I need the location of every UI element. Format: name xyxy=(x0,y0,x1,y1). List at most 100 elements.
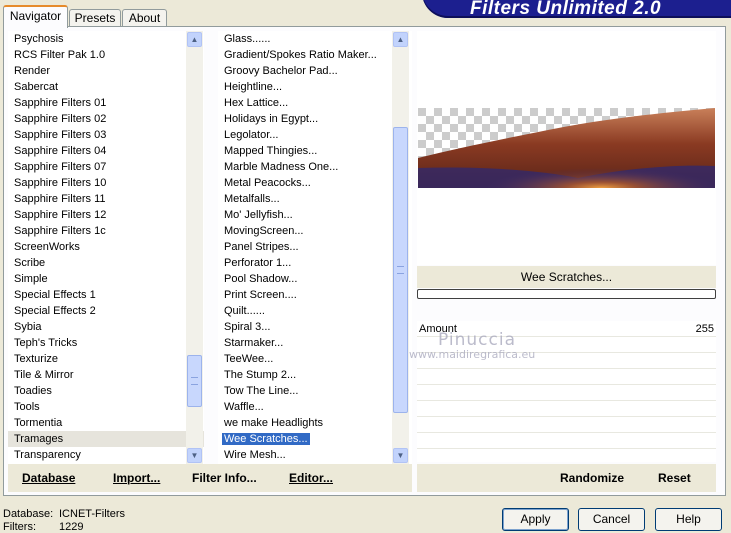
list-item-label: Print Screen.... xyxy=(224,289,297,301)
list-item[interactable]: RCS Filter Pak 1.0 xyxy=(8,47,204,63)
tab-presets[interactable]: Presets xyxy=(69,9,121,27)
list-item[interactable]: Render xyxy=(8,63,204,79)
list-item[interactable]: Sapphire Filters 1c xyxy=(8,223,204,239)
list-item-label: Sapphire Filters 12 xyxy=(14,209,107,221)
list-item[interactable]: Tormentia xyxy=(8,415,204,431)
list-item[interactable]: Sapphire Filters 01 xyxy=(8,95,204,111)
list-item-label: Texturize xyxy=(14,353,59,365)
list-item[interactable]: Sapphire Filters 02 xyxy=(8,111,204,127)
list-item[interactable]: Mo' Jellyfish... xyxy=(218,207,412,223)
list-item[interactable]: Sybia xyxy=(8,319,204,335)
list-item[interactable]: Special Effects 2 xyxy=(8,303,204,319)
list-item-label: Glass...... xyxy=(224,33,271,45)
list-item[interactable]: Hex Lattice... xyxy=(218,95,412,111)
list-item-label: Mo' Jellyfish... xyxy=(224,209,293,221)
filter-info-button[interactable]: Filter Info... xyxy=(192,471,257,485)
randomize-button[interactable]: Randomize xyxy=(560,471,624,485)
list-item[interactable]: Gradient/Spokes Ratio Maker... xyxy=(218,47,412,63)
list-item[interactable]: The Stump 2... xyxy=(218,367,412,383)
list-item-label: Toadies xyxy=(14,385,52,397)
database-button[interactable]: Database xyxy=(22,471,75,485)
list-item[interactable]: Tramages xyxy=(8,431,204,447)
list-item[interactable]: Psychosis xyxy=(8,31,204,47)
list-item[interactable]: Starmaker... xyxy=(218,335,412,351)
list-item[interactable]: Legolator... xyxy=(218,127,412,143)
reset-button[interactable]: Reset xyxy=(658,471,691,485)
list-item[interactable]: Texturize xyxy=(8,351,204,367)
list-item[interactable]: Glass...... xyxy=(218,31,412,47)
scroll-up-icon[interactable]: ▲ xyxy=(393,32,408,47)
scroll-down-icon[interactable]: ▼ xyxy=(393,448,408,463)
list-item[interactable]: Mapped Thingies... xyxy=(218,143,412,159)
list-item[interactable]: Perforator 1... xyxy=(218,255,412,271)
list-item[interactable]: Sapphire Filters 04 xyxy=(8,143,204,159)
list-item-label: Tow The Line... xyxy=(224,385,299,397)
list-item-label: Heightline... xyxy=(224,81,283,93)
list-item-label: Spiral 3... xyxy=(224,321,271,333)
tab-navigator[interactable]: Navigator xyxy=(3,5,68,28)
list-item[interactable]: Quilt...... xyxy=(218,303,412,319)
list-item[interactable]: Print Screen.... xyxy=(218,287,412,303)
filter-list[interactable]: Glass...... Gradient/Spokes Ratio Maker..… xyxy=(218,31,412,464)
list-item[interactable]: Scribe xyxy=(8,255,204,271)
list-item[interactable]: Sapphire Filters 12 xyxy=(8,207,204,223)
list-item[interactable]: Teph's Tricks xyxy=(8,335,204,351)
list-item[interactable]: ScreenWorks xyxy=(8,239,204,255)
list-item[interactable]: Special Effects 1 xyxy=(8,287,204,303)
category-list[interactable]: Psychosis RCS Filter Pak 1.0 Render Saberca… xyxy=(8,31,204,464)
list-item[interactable]: MovingScreen... xyxy=(218,223,412,239)
list-item-label: Tormentia xyxy=(14,417,63,429)
list-item[interactable]: Panel Stripes... xyxy=(218,239,412,255)
list-item[interactable]: Sabercat xyxy=(8,79,204,95)
list-item[interactable]: Sapphire Filters 10 xyxy=(8,175,204,191)
apply-button[interactable]: Apply xyxy=(502,508,569,531)
list-item-label: Tramages xyxy=(14,433,64,445)
list-item-label: TeeWee... xyxy=(224,353,274,365)
list-item[interactable]: we make Headlights xyxy=(218,415,412,431)
list-item-label: Tools xyxy=(14,401,40,413)
list-item-label: Wee Scratches... xyxy=(221,432,311,446)
scroll-up-icon[interactable]: ▲ xyxy=(187,32,202,47)
list-item[interactable]: Holidays in Egypt... xyxy=(218,111,412,127)
list-item[interactable]: Tow The Line... xyxy=(218,383,412,399)
list-item-label: Sapphire Filters 07 xyxy=(14,161,107,173)
list-item[interactable]: Groovy Bachelor Pad... xyxy=(218,63,412,79)
tab-about[interactable]: About xyxy=(122,9,167,27)
list-item[interactable]: Heightline... xyxy=(218,79,412,95)
list-item[interactable]: Transparency xyxy=(8,447,204,463)
list-item[interactable]: Waffle... xyxy=(218,399,412,415)
help-button[interactable]: Help xyxy=(655,508,722,531)
list-item[interactable]: Pool Shadow... xyxy=(218,271,412,287)
param-row-amount[interactable]: Amount 255 xyxy=(417,321,716,337)
import-button[interactable]: Import... xyxy=(113,471,160,485)
list-item[interactable]: Metalfalls... xyxy=(218,191,412,207)
list-item[interactable]: TeeWee... xyxy=(218,351,412,367)
list-item[interactable]: Wire Mesh... xyxy=(218,447,412,463)
list-item[interactable]: Spiral 3... xyxy=(218,319,412,335)
list-item[interactable]: Sapphire Filters 11 xyxy=(8,191,204,207)
database-value: ICNET-Filters xyxy=(59,508,125,520)
list-item[interactable]: Wee Scratches... xyxy=(218,431,412,447)
list-item-label: Metalfalls... xyxy=(224,193,280,205)
list-item[interactable]: Tools xyxy=(8,399,204,415)
scroll-thumb[interactable] xyxy=(393,127,408,413)
list-item-label: Groovy Bachelor Pad... xyxy=(224,65,338,77)
list-item-label: Sabercat xyxy=(14,81,59,93)
editor-button[interactable]: Editor... xyxy=(289,471,333,485)
list-item[interactable]: Simple xyxy=(8,271,204,287)
filter-scrollbar[interactable]: ▲ ▼ xyxy=(392,31,409,464)
list-item-label: Panel Stripes... xyxy=(224,241,299,253)
list-item-label: Teph's Tricks xyxy=(14,337,78,349)
scroll-thumb[interactable] xyxy=(187,355,202,407)
list-item[interactable]: Tile & Mirror xyxy=(8,367,204,383)
list-item[interactable]: Sapphire Filters 03 xyxy=(8,127,204,143)
category-scrollbar[interactable]: ▲ ▼ xyxy=(186,31,203,464)
list-item-label: Sapphire Filters 01 xyxy=(14,97,107,109)
scroll-down-icon[interactable]: ▼ xyxy=(187,448,202,463)
list-item[interactable]: Sapphire Filters 07 xyxy=(8,159,204,175)
list-item[interactable]: Metal Peacocks... xyxy=(218,175,412,191)
list-item[interactable]: Toadies xyxy=(8,383,204,399)
cancel-button[interactable]: Cancel xyxy=(578,508,645,531)
list-item[interactable]: Marble Madness One... xyxy=(218,159,412,175)
list-item-label: Hex Lattice... xyxy=(224,97,289,109)
